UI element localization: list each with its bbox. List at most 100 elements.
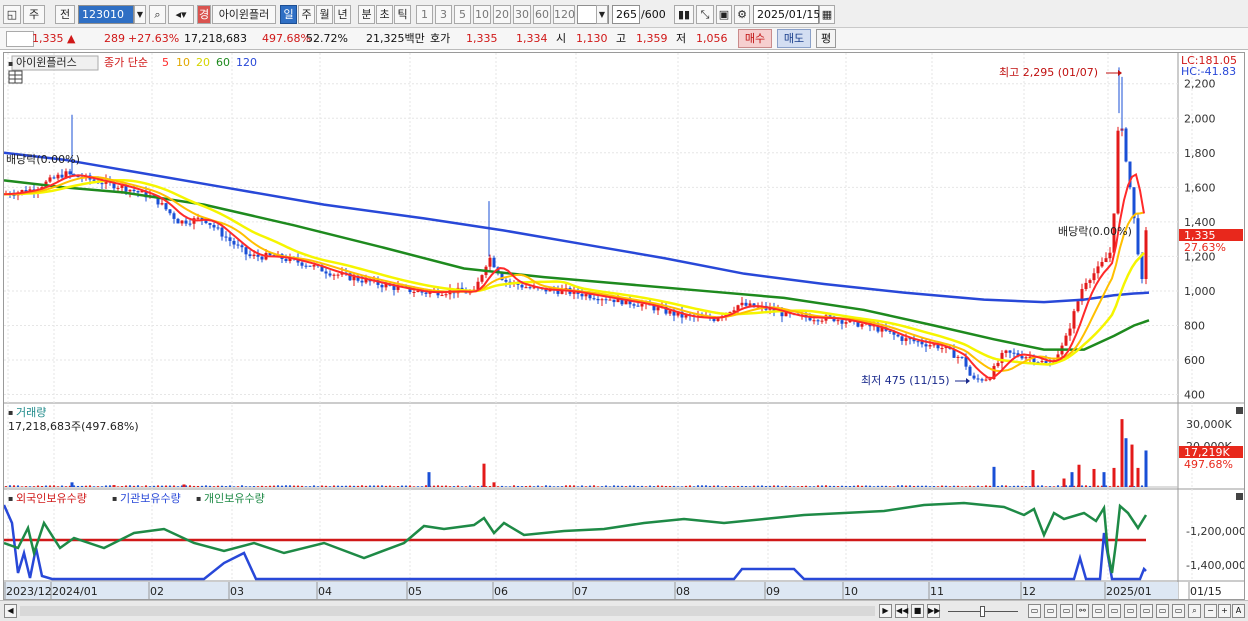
count-input[interactable]: 265 <box>612 5 640 24</box>
ask-price: 1,335 <box>466 32 498 45</box>
stop-icon[interactable]: ■ <box>911 604 924 618</box>
volume-close-icon[interactable] <box>1236 407 1243 414</box>
code-input[interactable]: 123010 <box>78 5 134 24</box>
candle-body <box>940 348 944 350</box>
volume-bar <box>881 485 883 487</box>
tool-icon-10[interactable]: ▭ <box>1172 604 1185 618</box>
date-input[interactable]: 2025/01/15 <box>753 5 820 24</box>
volume-bar <box>329 486 331 487</box>
scroll-left-icon[interactable]: ◀ <box>4 604 17 618</box>
scroll-track[interactable] <box>20 606 875 616</box>
volume-bar <box>869 485 871 487</box>
institution-holdings-line <box>2 504 1147 581</box>
tab-period-minute[interactable]: 분 <box>358 5 375 24</box>
zoom-slider-thumb[interactable] <box>980 606 985 617</box>
volume-bar <box>925 485 927 487</box>
tab-period-week[interactable]: 주 <box>298 5 315 24</box>
interval-1[interactable]: 1 <box>416 5 433 24</box>
volume-bar <box>885 485 887 487</box>
volume-bar <box>341 485 343 487</box>
window-icon[interactable]: ◱ <box>3 5 21 24</box>
interval-20[interactable]: 20 <box>493 5 511 24</box>
rewind-icon[interactable]: ◀◀ <box>895 604 908 618</box>
prev-button[interactable]: 전 <box>55 5 75 24</box>
interval-60[interactable]: 60 <box>533 5 551 24</box>
candle-icon[interactable]: ▮▮ <box>674 5 694 24</box>
tab-period-month[interactable]: 월 <box>316 5 333 24</box>
candle-body <box>244 247 248 255</box>
holdings-close-icon[interactable] <box>1236 493 1243 500</box>
volume-bar <box>509 486 511 487</box>
search-icon[interactable]: ⌕ <box>149 5 166 24</box>
volume-tick-30000: 30,000K <box>1186 418 1232 431</box>
volume-bar <box>645 486 647 487</box>
buy-button[interactable]: 매수 <box>738 29 772 48</box>
volume-bar <box>705 485 707 487</box>
tool-icon-6[interactable]: ▭ <box>1108 604 1121 618</box>
tab-period-second[interactable]: 초 <box>376 5 393 24</box>
holdings-lines <box>2 501 1148 581</box>
candle-body <box>216 227 220 229</box>
volume-bar <box>1102 472 1106 487</box>
tool-icon-9[interactable]: ▭ <box>1156 604 1169 618</box>
tool-icon-5[interactable]: ▭ <box>1092 604 1105 618</box>
tool-icon-8[interactable]: ▭ <box>1140 604 1153 618</box>
trade-amount: 21,325백만 <box>366 32 425 45</box>
interval-5[interactable]: 5 <box>454 5 471 24</box>
tab-period-day[interactable]: 일 <box>280 5 297 24</box>
horizontal-scrollbar[interactable]: ◀ ▶ ◀◀ ■ ▶▶ ▭ ▭ ▭ ⚯ ▭ ▭ ▭ ▭ ▭ ▭ ⌕ − + A <box>0 600 1248 621</box>
candle-body <box>92 179 96 181</box>
volume-bar <box>997 485 999 487</box>
price-tick-label: 1,800 <box>1184 147 1216 160</box>
tool-icon-4[interactable]: ⚯ <box>1076 604 1089 618</box>
tab-period-year[interactable]: 년 <box>334 5 351 24</box>
tool-icon-3[interactable]: ▭ <box>1060 604 1073 618</box>
volume-bar <box>325 485 327 487</box>
code-dropdown-icon[interactable]: ▼ <box>134 5 146 24</box>
volume-bar <box>617 485 619 487</box>
quote-checkbox[interactable] <box>6 31 34 47</box>
interval-120[interactable]: 120 <box>553 5 575 24</box>
candle-body <box>904 338 908 341</box>
gear-icon[interactable]: ⚙ <box>734 5 750 24</box>
candle-body <box>160 203 164 205</box>
candle-body <box>232 240 236 245</box>
volume-bar <box>427 472 431 487</box>
volume-bar <box>961 486 963 487</box>
line-tool-icon[interactable]: ⤡ <box>696 5 714 24</box>
forward-icon[interactable]: ▶▶ <box>927 604 940 618</box>
tool-icon-1[interactable]: ▭ <box>1028 604 1041 618</box>
candle-body <box>916 341 920 343</box>
magnify-icon[interactable]: ⌕ <box>1188 604 1201 618</box>
volume-bar <box>733 486 735 487</box>
zoom-out-icon[interactable]: − <box>1204 604 1217 618</box>
volume-bar <box>373 485 375 487</box>
zoom-in-icon[interactable]: + <box>1218 604 1231 618</box>
chart-area[interactable]: 2,200 2,000 1,800 1,600 1,400 1,200 1,000 800 60… <box>2 52 1246 600</box>
auto-icon[interactable]: A <box>1232 604 1245 618</box>
volume-bar <box>757 485 759 487</box>
market-select[interactable]: 주 <box>23 5 45 24</box>
sound-icon[interactable]: ◂▾ <box>168 5 194 24</box>
candle-body <box>860 324 864 327</box>
interval-3[interactable]: 3 <box>435 5 452 24</box>
calendar-icon[interactable]: ▦ <box>819 5 835 24</box>
interval-10[interactable]: 10 <box>473 5 491 24</box>
volume-bar <box>557 486 559 487</box>
tab-period-tick[interactable]: 틱 <box>394 5 411 24</box>
eval-button[interactable]: 평 <box>816 29 836 48</box>
tool-icon-2[interactable]: ▭ <box>1044 604 1057 618</box>
save-icon[interactable]: ▣ <box>716 5 732 24</box>
volume-bar <box>453 486 455 487</box>
tool-icon-7[interactable]: ▭ <box>1124 604 1137 618</box>
scroll-right-icon[interactable]: ▶ <box>879 604 892 618</box>
volume-bar <box>301 485 303 487</box>
interval-dropdown-icon[interactable]: ▼ <box>596 5 608 24</box>
volume-bar <box>1041 485 1043 487</box>
candle-body <box>972 375 976 379</box>
interval-30[interactable]: 30 <box>513 5 531 24</box>
candle-body <box>928 345 932 347</box>
svg-text:▪: ▪ <box>8 494 13 503</box>
volume-pct-tag-text: 497.68% <box>1184 458 1233 471</box>
sell-button[interactable]: 매도 <box>777 29 811 48</box>
